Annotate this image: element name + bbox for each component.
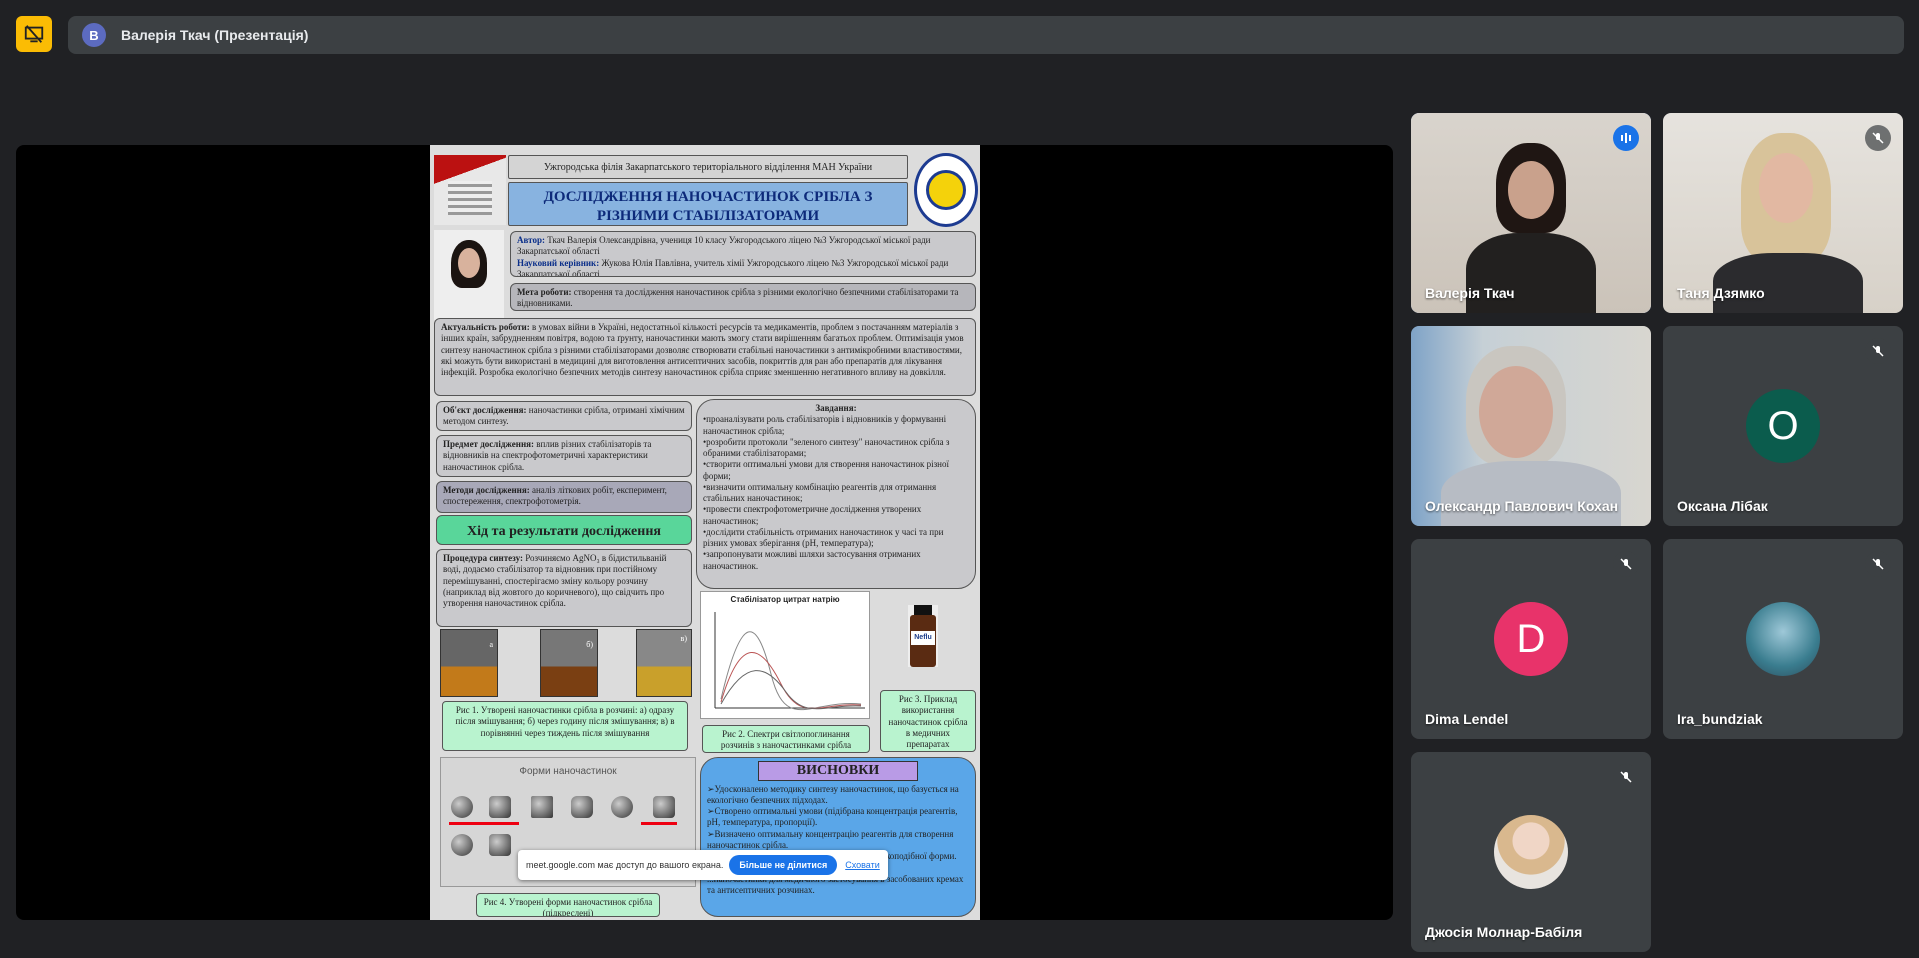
presentation-stage: Ужгородська філія Закарпатського територ… <box>16 145 1393 920</box>
solution-photo-a: а <box>440 629 498 697</box>
object-box: Об'єкт дослідження: наночастинки срібла,… <box>436 401 692 431</box>
mic-muted-icon <box>1865 338 1891 364</box>
participant-tile[interactable]: Валерія Ткач <box>1411 113 1651 313</box>
author-photo <box>434 230 504 320</box>
task-item: •розробити протоколи "зеленого синтезу" … <box>703 436 950 458</box>
figure-1-caption: Рис 1. Утворені наночастинки срібла в ро… <box>442 701 688 751</box>
participant-tile[interactable]: Ira_bundziak <box>1663 539 1903 739</box>
figure-2-caption: Рис 2. Спектри світлопоглинання розчинів… <box>702 725 870 753</box>
research-poster: Ужгородська філія Закарпатського територ… <box>430 145 980 920</box>
tasks-box: Завдання: •проаналізувати роль стабіліза… <box>696 399 976 589</box>
mic-muted-icon <box>1865 551 1891 577</box>
hide-notice-link[interactable]: Сховати <box>845 860 880 870</box>
conclusion-item: ➢Визначено оптимальну концентрацію реаге… <box>707 828 954 850</box>
bottle-label: Neflu <box>911 631 935 645</box>
presentation-title-bar: В Валерія Ткач (Презентація) <box>68 16 1904 54</box>
participant-avatar <box>1746 602 1820 676</box>
mic-muted-icon <box>1613 551 1639 577</box>
figure-4-caption: Рис 4. Утворені форми наночастинок срібл… <box>476 893 660 917</box>
participant-avatar: О <box>1746 389 1820 463</box>
participant-name: Джосія Молнар-Бабіля <box>1425 924 1583 940</box>
meet-window: В Валерія Ткач (Презентація) Ужгородська… <box>0 0 1919 958</box>
procedure-box: Процедура синтезу: Розчиняємо AgNO₃ в бі… <box>436 549 692 627</box>
medicine-bottle-image: Neflu <box>908 605 938 667</box>
subject-box: Предмет дослідження: вплив різних стабіл… <box>436 435 692 477</box>
participant-tile[interactable]: Джосія Молнар-Бабіля <box>1411 752 1651 952</box>
participant-name: Таня Дзямко <box>1677 285 1765 301</box>
methods-box: Методи дослідження: аналіз літкових робі… <box>436 481 692 513</box>
participant-tile[interactable]: Олександр Павлович Кохан <box>1411 326 1651 526</box>
participant-name: Оксана Лібак <box>1677 498 1768 514</box>
conclusion-item: ➢Створено оптимальні умови (підібрана ко… <box>707 806 958 828</box>
absorption-spectra-chart: Стабілізатор цитрат натрію <box>700 591 870 719</box>
participant-avatar: D <box>1494 602 1568 676</box>
participant-video <box>1411 326 1651 526</box>
task-item: •провести спектрофотометричне дослідженн… <box>703 504 922 526</box>
speaking-indicator-icon <box>1613 125 1639 151</box>
shapes-title: Форми наночастинок <box>519 766 617 777</box>
progress-title: Хід та результати дослідження <box>436 515 692 545</box>
task-item: •проаналізувати роль стабілізаторів і ві… <box>703 414 947 436</box>
solution-photo-c: в) <box>636 629 692 697</box>
participant-tile[interactable]: Таня Дзямко <box>1663 113 1903 313</box>
presentation-title: Валерія Ткач (Презентація) <box>121 27 309 43</box>
presenter-avatar: В <box>82 23 106 47</box>
author-box: Автор: Ткач Валерія Олександрівна, учени… <box>510 231 976 277</box>
mic-muted-icon <box>1865 125 1891 151</box>
figure-3-caption: Рис 3. Приклад використання наночастинок… <box>880 690 976 752</box>
relevance-box: Актуальність роботи: в умовах війни в Ук… <box>434 318 976 396</box>
participant-name: Олександр Павлович Кохан <box>1425 498 1619 514</box>
chart-title: Стабілізатор цитрат натрію <box>730 595 840 604</box>
conclusions-title: ВИСНОВКИ <box>758 761 918 781</box>
participant-name: Ira_bundziak <box>1677 711 1763 727</box>
goal-box: Мета роботи: створення та дослідження на… <box>510 283 976 311</box>
task-item: •дослідити стабільність отриманих наноча… <box>703 526 944 548</box>
tasks-title: Завдання: <box>815 403 857 413</box>
poster-org: Ужгородська філія Закарпатського територ… <box>508 155 908 179</box>
share-notice-text: meet.google.com має доступ до вашого екр… <box>526 860 724 870</box>
mic-muted-icon <box>1613 764 1639 790</box>
university-logo <box>914 153 978 227</box>
stop-presenting-icon <box>24 25 44 43</box>
stop-sharing-button[interactable]: Більше не ділитися <box>729 855 838 875</box>
poster-title: ДОСЛІДЖЕННЯ НАНОЧАСТИНОК СРІБЛА З РІЗНИМ… <box>508 182 908 226</box>
conclusions-box: ВИСНОВКИ ➢Удосконалено методику синтезу … <box>700 757 976 917</box>
participant-tile[interactable]: О Оксана Лібак <box>1663 326 1903 526</box>
presentation-toggle-button[interactable] <box>16 16 52 52</box>
spectra-lines <box>714 612 865 711</box>
screen-share-notice: meet.google.com має доступ до вашого екр… <box>518 850 888 880</box>
solution-photo-b: б) <box>540 629 598 697</box>
task-item: •запропонувати можливі шляхи застосуванн… <box>703 549 921 571</box>
participant-name: Валерія Ткач <box>1425 285 1515 301</box>
school-building-image <box>434 155 506 225</box>
task-item: •створити оптимальні умови для створення… <box>703 459 949 481</box>
participant-name: Dima Lendel <box>1425 711 1509 727</box>
participant-tile[interactable]: D Dima Lendel <box>1411 539 1651 739</box>
conclusion-item: ➢Удосконалено методику синтезу наночасти… <box>707 783 959 805</box>
task-item: •визначити оптимальну комбінацію реагент… <box>703 481 937 503</box>
participant-avatar <box>1494 815 1568 889</box>
